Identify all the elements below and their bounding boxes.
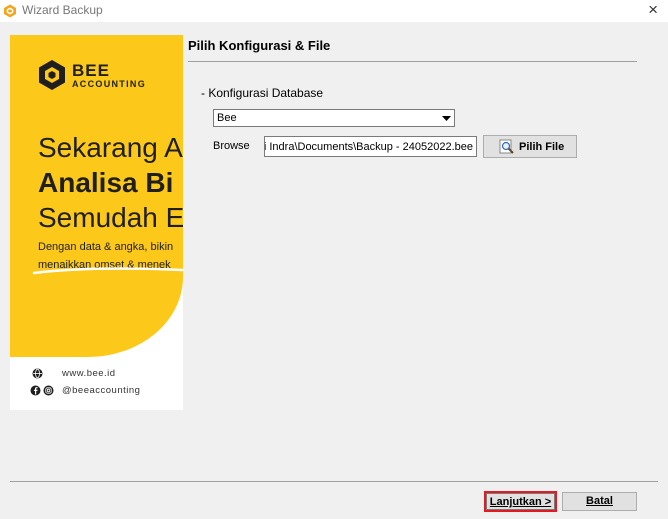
banner-headline-1: Sekarang A	[38, 132, 183, 163]
title-bar: Wizard Backup ×	[0, 0, 668, 22]
database-select[interactable]: Bee	[213, 109, 455, 127]
web-icon	[32, 368, 43, 379]
page-title: Pilih Konfigurasi & File	[188, 38, 331, 53]
database-select-value: Bee	[217, 112, 237, 124]
chevron-down-icon	[442, 116, 451, 121]
pick-file-label: Pilih File	[519, 141, 565, 153]
next-button-label: Lanjutkan >	[489, 496, 552, 508]
cancel-button[interactable]: Batal	[562, 492, 637, 511]
promo-banner: BEE ACCOUNTING Sekarang A Analisa Bi Sem…	[10, 35, 183, 410]
website-text: www.bee.id	[62, 368, 116, 379]
file-path-value: ji Indra\Documents\Backup - 24052022.bee	[264, 141, 473, 153]
bee-logo-icon	[4, 4, 16, 18]
pick-file-button[interactable]: Pilih File	[483, 135, 577, 158]
brand-name: BEE	[72, 61, 110, 80]
facebook-icon	[30, 385, 41, 396]
banner-headline-3: Semudah E	[38, 202, 183, 233]
instagram-icon	[43, 385, 54, 396]
file-path-input[interactable]: ji Indra\Documents\Backup - 24052022.bee	[264, 136, 477, 157]
window-title: Wizard Backup	[22, 3, 103, 17]
banner-subtext-1: Dengan data & angka, bikin	[38, 241, 174, 253]
title-divider	[188, 61, 637, 62]
banner-headline-2: Analisa Bi	[38, 167, 174, 198]
underline-swoosh	[32, 267, 183, 275]
next-button[interactable]: Lanjutkan >	[484, 491, 557, 512]
social-handle-text: @beeaccounting	[62, 385, 141, 396]
database-config-label: - Konfigurasi Database	[201, 86, 324, 100]
brand-subtitle: ACCOUNTING	[72, 79, 146, 89]
footer-divider	[10, 481, 658, 482]
magnifier-file-icon	[499, 139, 514, 154]
close-button[interactable]: ×	[648, 0, 658, 20]
bee-accounting-logo-icon	[39, 60, 65, 90]
cancel-button-label: Batal	[586, 495, 613, 507]
browse-label: Browse	[213, 140, 250, 152]
